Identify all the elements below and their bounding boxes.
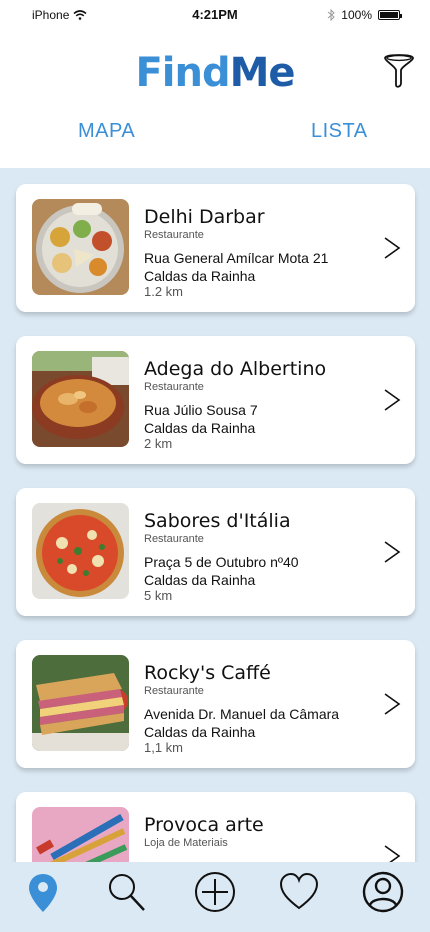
chevron-right-icon[interactable]	[383, 540, 401, 564]
tab-mapa[interactable]: MAPA	[78, 120, 135, 143]
place-distance: 1.2 km	[144, 284, 184, 299]
chevron-right-icon[interactable]	[383, 692, 401, 716]
place-city: Caldas da Rainha	[144, 268, 256, 284]
app-logo: FindMe	[135, 50, 295, 96]
place-distance: 1,1 km	[144, 740, 184, 755]
search-icon	[109, 874, 145, 911]
sandwich-photo	[32, 655, 129, 751]
place-name: Sabores d'Itália	[144, 510, 291, 532]
nav-add[interactable]	[193, 870, 237, 914]
place-street: Rua Júlio Sousa 7	[144, 402, 258, 418]
place-card[interactable]: Adega do Albertino Restaurante Rua Júlio…	[16, 336, 415, 464]
heart-icon	[279, 872, 319, 910]
add-icon	[195, 872, 235, 912]
place-city: Caldas da Rainha	[144, 420, 256, 436]
indian-thali-photo	[32, 199, 129, 295]
pizza-photo	[32, 503, 129, 599]
place-city: Caldas da Rainha	[144, 724, 256, 740]
nav-search[interactable]	[104, 870, 148, 914]
funnel-icon	[384, 54, 414, 88]
place-street: Rua General Amílcar Mota 21	[144, 250, 329, 266]
battery-icon	[378, 10, 402, 20]
chevron-right-icon[interactable]	[383, 236, 401, 260]
nav-profile[interactable]	[361, 870, 405, 914]
place-card[interactable]: Delhi Darbar Restaurante Rua General Amí…	[16, 184, 415, 312]
bottom-nav	[0, 862, 430, 932]
chevron-right-icon[interactable]	[383, 388, 401, 412]
status-bar: iPhone 4:21PM 100%	[0, 0, 430, 30]
place-distance: 2 km	[144, 436, 173, 451]
tab-lista[interactable]: LISTA	[311, 120, 368, 143]
view-tabs: MAPA LISTA	[0, 120, 430, 154]
paint-brushes-photo	[32, 807, 129, 862]
place-name: Delhi Darbar	[144, 206, 265, 228]
bluetooth-icon	[327, 9, 336, 21]
battery-percent: 100%	[341, 8, 372, 22]
chevron-right-icon[interactable]	[383, 844, 401, 862]
places-list[interactable]: Delhi Darbar Restaurante Rua General Amí…	[0, 168, 430, 862]
place-category: Restaurante	[144, 381, 204, 393]
app-header: FindMe MAPA LISTA	[0, 30, 430, 168]
nav-map[interactable]	[21, 870, 65, 914]
place-category: Restaurante	[144, 533, 204, 545]
place-name: Adega do Albertino	[144, 358, 327, 380]
nav-favorites[interactable]	[277, 870, 321, 914]
status-right: 100%	[327, 8, 402, 22]
place-category: Loja de Materiais	[144, 837, 228, 849]
place-street: Avenida Dr. Manuel da Câmara	[144, 706, 340, 722]
place-category: Restaurante	[144, 229, 204, 241]
place-distance: 5 km	[144, 588, 173, 603]
place-card[interactable]: Provoca arte Loja de Materiais	[16, 792, 415, 862]
place-name: Provoca arte	[144, 814, 264, 836]
profile-icon	[362, 871, 404, 913]
filter-button[interactable]	[382, 52, 416, 90]
place-city: Caldas da Rainha	[144, 572, 256, 588]
place-category: Restaurante	[144, 685, 204, 697]
map-pin-icon	[29, 874, 57, 912]
stew-pot-photo	[32, 351, 129, 447]
place-name: Rocky's Caffé	[144, 662, 271, 684]
place-card[interactable]: Sabores d'Itália Restaurante Praça 5 de …	[16, 488, 415, 616]
place-street: Praça 5 de Outubro nº40	[144, 554, 299, 570]
place-card[interactable]: Rocky's Caffé Restaurante Avenida Dr. Ma…	[16, 640, 415, 768]
